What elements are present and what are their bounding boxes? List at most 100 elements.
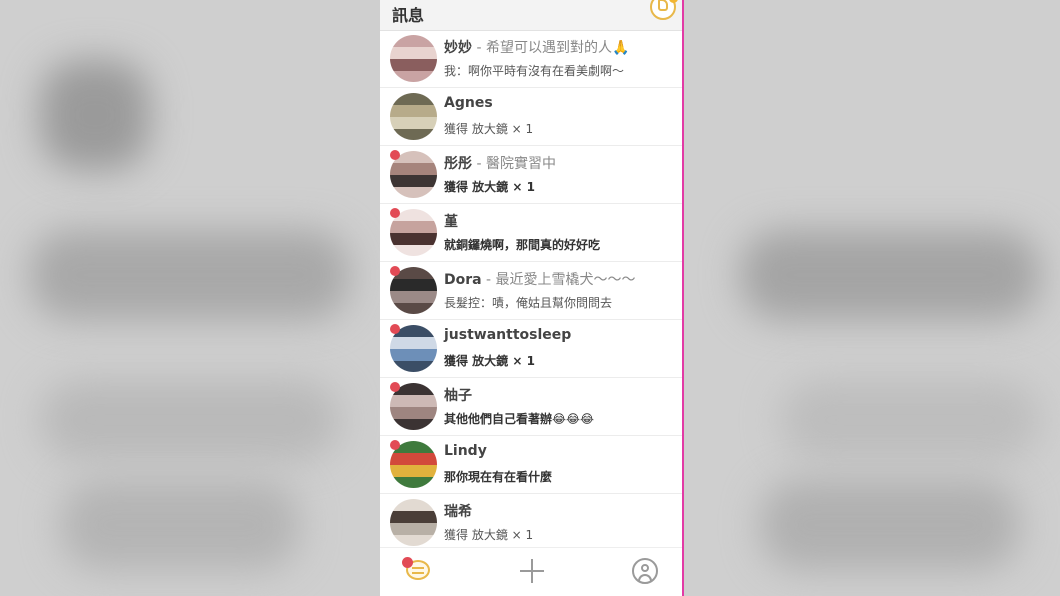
avatar-pixel bbox=[402, 407, 414, 419]
avatar-pixel bbox=[414, 337, 426, 349]
avatar-pixel bbox=[414, 499, 426, 511]
avatar-pixel bbox=[426, 361, 437, 372]
conversation-row[interactable]: Dora - 最近愛上雪橇犬～～～ 長髮控：嘖，俺姑且幫你問問去 bbox=[380, 262, 682, 320]
status-separator: - bbox=[472, 40, 486, 56]
avatar-pixel bbox=[426, 129, 437, 140]
avatar-pixel bbox=[390, 175, 402, 187]
tab-profile[interactable] bbox=[628, 556, 662, 586]
avatar-pixel bbox=[426, 419, 437, 430]
contact-name: 柚子 bbox=[444, 388, 472, 404]
contact-name: 瑞希 bbox=[444, 504, 472, 520]
avatar-pixel bbox=[426, 35, 437, 47]
avatar-pixel bbox=[426, 93, 437, 105]
boost-button[interactable] bbox=[650, 0, 678, 20]
boost-icon bbox=[658, 0, 668, 11]
conversation-title: 堇 bbox=[444, 211, 458, 231]
avatar-pixel bbox=[426, 325, 437, 337]
avatar-pixel bbox=[426, 349, 437, 361]
last-message: 長髮控：嘖，俺姑且幫你問問去 bbox=[444, 296, 613, 310]
avatar-pixel bbox=[390, 279, 402, 291]
avatar-pixel bbox=[402, 35, 414, 47]
avatar-pixel bbox=[390, 535, 402, 546]
conversation-row[interactable]: 堇就銅鑼燒啊，那間真的好好吃 bbox=[380, 204, 682, 262]
conversation-title: 柚子 bbox=[444, 385, 472, 405]
unread-dot bbox=[390, 382, 400, 392]
avatar-pixel bbox=[390, 117, 402, 129]
avatar-pixel bbox=[414, 291, 426, 303]
conversation-row[interactable]: Agnes 獲得 放大鏡 × 1 bbox=[380, 88, 682, 146]
contact-name: 彤彤 bbox=[444, 156, 472, 172]
avatar-pixel bbox=[402, 325, 414, 337]
last-message: 獲得 放大鏡 × 1 bbox=[444, 354, 535, 368]
avatar-pixel bbox=[390, 465, 402, 477]
avatar-pixel bbox=[402, 47, 414, 59]
avatar-pixel bbox=[402, 117, 414, 129]
conversation-row[interactable]: 柚子其他他們自己看著辦😂😂😂 bbox=[380, 378, 682, 436]
avatar-pixel bbox=[402, 477, 414, 488]
conversation-title: 彤彤 - 醫院實習中 bbox=[444, 153, 556, 173]
tab-add[interactable] bbox=[515, 556, 549, 586]
avatar-pixel bbox=[390, 291, 402, 303]
avatar-pixel bbox=[426, 117, 437, 129]
avatar-pixel bbox=[426, 395, 437, 407]
contact-name: 堇 bbox=[444, 214, 458, 230]
avatar-pixel bbox=[402, 93, 414, 105]
avatar-pixel bbox=[426, 477, 437, 488]
avatar-pixel bbox=[426, 383, 437, 395]
avatar-pixel bbox=[390, 523, 402, 535]
avatar-pixel bbox=[390, 499, 402, 511]
conversation-row[interactable]: Lindy 那你現在有在看什麼 bbox=[380, 436, 682, 494]
avatar-pixel bbox=[414, 163, 426, 175]
avatar-pixel bbox=[414, 47, 426, 59]
avatar-pixel bbox=[414, 279, 426, 291]
unread-dot bbox=[390, 324, 400, 334]
avatar-pixel bbox=[402, 453, 414, 465]
avatar-pixel bbox=[402, 441, 414, 453]
status-separator: - bbox=[472, 156, 486, 172]
avatar-pixel bbox=[426, 453, 437, 465]
avatar-pixel bbox=[414, 349, 426, 361]
avatar-pixel bbox=[390, 419, 402, 430]
avatar-pixel bbox=[426, 59, 437, 71]
conversation-row[interactable]: 彤彤 - 醫院實習中 獲得 放大鏡 × 1 bbox=[380, 146, 682, 204]
avatar-pixel bbox=[402, 209, 414, 221]
avatar-pixel bbox=[402, 267, 414, 279]
avatar-pixel bbox=[414, 535, 426, 546]
avatar-pixel bbox=[402, 163, 414, 175]
avatar-pixel bbox=[414, 511, 426, 523]
avatar-pixel bbox=[402, 499, 414, 511]
app-header: 訊息 bbox=[380, 0, 682, 31]
user-icon-head bbox=[641, 564, 649, 572]
avatar-pixel bbox=[426, 245, 437, 256]
avatar-pixel bbox=[414, 209, 426, 221]
conversation-title: Agnes bbox=[444, 95, 493, 111]
conversation-title: Dora - 最近愛上雪橇犬～～～ bbox=[444, 269, 636, 289]
avatar-pixel bbox=[414, 117, 426, 129]
avatar-pixel bbox=[426, 441, 437, 453]
avatar-pixel bbox=[402, 535, 414, 546]
avatar-pixel bbox=[402, 349, 414, 361]
avatar-pixel bbox=[402, 129, 414, 140]
avatar-pixel bbox=[390, 163, 402, 175]
conversation-row[interactable]: justwanttosleep 獲得 放大鏡 × 1 bbox=[380, 320, 682, 378]
avatar-pixel bbox=[414, 233, 426, 245]
avatar-pixel bbox=[414, 175, 426, 187]
contact-name: Agnes bbox=[444, 95, 493, 111]
avatar-pixel bbox=[426, 535, 437, 546]
avatar-pixel bbox=[402, 187, 414, 198]
avatar-pixel bbox=[426, 209, 437, 221]
avatar-pixel bbox=[390, 511, 402, 523]
avatar-pixel bbox=[402, 419, 414, 430]
unread-dot bbox=[390, 266, 400, 276]
avatar-pixel bbox=[402, 383, 414, 395]
tab-messages[interactable] bbox=[402, 556, 436, 586]
last-message: 那你現在有在看什麼 bbox=[444, 470, 553, 484]
chat-line bbox=[412, 572, 424, 574]
last-message: 其他他們自己看著辦😂😂😂 bbox=[444, 412, 595, 426]
avatar-pixel bbox=[402, 233, 414, 245]
conversation-row[interactable]: 妙妙 - 希望可以遇到對的人🙏 我：啊你平時有沒有在看美劇啊～ bbox=[380, 30, 682, 88]
avatar-pixel bbox=[402, 523, 414, 535]
page-title: 訊息 bbox=[392, 6, 425, 25]
conversation-row[interactable]: 瑞希 獲得 放大鏡 × 1 bbox=[380, 494, 682, 552]
avatar-pixel bbox=[426, 291, 437, 303]
